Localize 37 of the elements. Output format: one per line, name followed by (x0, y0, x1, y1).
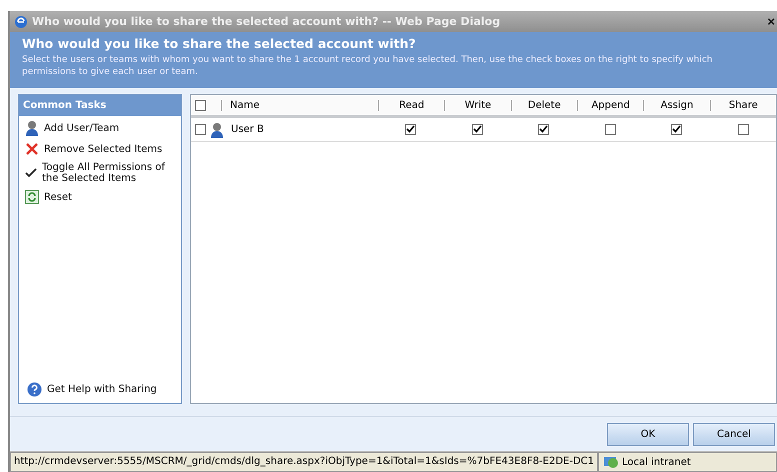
column-header[interactable]: Name (230, 100, 260, 110)
task-link[interactable]: Toggle All Permissions of the Selected Items (42, 162, 175, 184)
dialog-button[interactable]: OK (607, 422, 689, 446)
browser-icon (14, 14, 28, 28)
task-link[interactable]: Remove Selected Items (44, 144, 162, 154)
refresh-icon (25, 190, 39, 204)
task-link[interactable]: Reset (44, 192, 72, 202)
close-icon (25, 142, 39, 156)
column-header[interactable]: Delete (528, 100, 561, 110)
permission-checkbox[interactable] (738, 124, 749, 135)
column-header[interactable]: Read (399, 100, 424, 110)
dialog-button[interactable]: Cancel (693, 422, 775, 446)
permission-checkbox[interactable] (472, 124, 483, 135)
close-button[interactable]: × (765, 14, 777, 29)
task-link[interactable]: Add User/Team (44, 122, 120, 134)
column-header[interactable]: Write (464, 100, 492, 110)
row-checkbox[interactable] (195, 124, 206, 135)
user-icon (210, 122, 224, 138)
permission-checkbox[interactable] (604, 124, 616, 135)
column-header[interactable]: Assign (660, 100, 694, 110)
help-icon (27, 382, 42, 397)
window-title: Who would you like to share the selected account with? -- Web Page Dialog (32, 15, 502, 28)
dialog-description: Select the users or teams with whom you want to share the 1 account record you have selected. Then, use the check boxes on the right to specify which permissions to give each user or team. (22, 54, 714, 78)
select-all-checkbox[interactable] (195, 100, 206, 110)
permission-checkbox[interactable] (671, 124, 682, 135)
table-cell: User B (231, 124, 264, 135)
status-url: http://crmdevserver:5555/MSCRM/_grid/cmds/dlg_share.aspx?iObjType=1&iTotal=1&sIds=%7bFE43E8F8-E2DE-DC1 (10, 452, 598, 472)
column-header[interactable]: Share (728, 100, 758, 110)
column-header[interactable]: Append (591, 100, 630, 110)
permission-checkbox[interactable] (405, 124, 416, 135)
security-zone: Local intranet (622, 456, 691, 468)
user-icon (25, 120, 39, 136)
panel-heading: Common Tasks (19, 95, 181, 116)
permission-checkbox[interactable] (538, 124, 550, 135)
help-link[interactable]: Get Help with Sharing (47, 384, 157, 395)
dialog-heading: Who would you like to share the selected account with? (22, 36, 417, 51)
checkmark-icon (25, 168, 37, 178)
